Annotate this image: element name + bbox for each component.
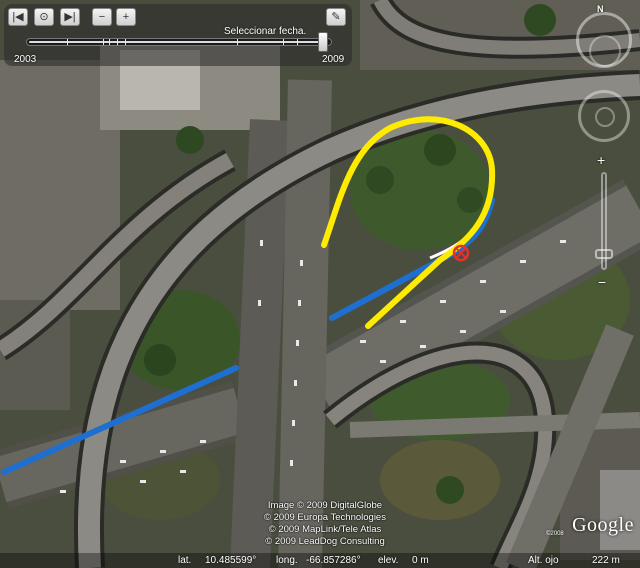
attribution-line: © 2009 LeadDog Consulting: [265, 536, 385, 547]
zoom-plus-icon[interactable]: +: [597, 152, 605, 168]
start-year-label: 2003: [14, 54, 37, 65]
zoom-slider-thumb[interactable]: [595, 249, 613, 260]
slider-tick: [67, 39, 68, 45]
date-slider-thumb[interactable]: [318, 32, 329, 52]
eye-altitude-label: Alt. ojo: [528, 555, 559, 566]
satellite-imagery[interactable]: [0, 0, 640, 568]
slider-tick: [109, 39, 110, 45]
google-logo: Google: [572, 514, 634, 536]
timelapse-icon[interactable]: ⊙: [34, 8, 54, 26]
slider-tick: [117, 39, 118, 45]
attribution-line: Image © 2009 DigitalGlobe: [267, 500, 383, 511]
skip-first-icon[interactable]: |◀: [8, 8, 28, 26]
skip-last-icon[interactable]: ▶|: [60, 8, 80, 26]
slider-tick: [103, 39, 104, 45]
navigation-controls: N + −: [574, 4, 638, 294]
zoom-in-icon[interactable]: +: [116, 8, 136, 26]
slider-tick: [237, 39, 238, 45]
compass-ring[interactable]: [576, 12, 632, 68]
date-slider-track[interactable]: [26, 32, 332, 52]
longitude-value: -66.857286°: [306, 555, 361, 566]
slider-label: Seleccionar fecha.: [224, 26, 307, 37]
elevation-label: elev.: [378, 555, 399, 566]
imagery-attribution: Image © 2009 DigitalGlobe © 2009 Europa …: [240, 500, 410, 548]
wrench-icon[interactable]: ✎: [326, 8, 346, 26]
elevation-value: 0 m: [412, 555, 429, 566]
attribution-line: © 2009 MapLink/Tele Atlas: [268, 524, 382, 535]
longitude-label: long.: [276, 555, 298, 566]
slider-tick: [125, 39, 126, 45]
zoom-out-icon[interactable]: −: [92, 8, 112, 26]
eye-altitude-value: 222 m: [592, 555, 620, 566]
slider-tick: [283, 39, 284, 45]
historical-imagery-slider-panel: |◀ ⊙ ▶| − + ✎ Seleccionar fecha. 2003 20…: [4, 4, 352, 66]
date-slider-fill: [29, 41, 322, 43]
end-year-label: 2009: [322, 54, 345, 65]
zoom-minus-icon[interactable]: −: [598, 274, 606, 290]
logo-year: ©2008: [546, 531, 564, 537]
move-joystick-center[interactable]: [595, 107, 615, 127]
attribution-line: © 2009 Europa Technologies: [264, 512, 386, 523]
slider-tick: [297, 39, 298, 45]
map-viewport[interactable]: |◀ ⊙ ▶| − + ✎ Seleccionar fecha. 2003 20…: [0, 0, 640, 568]
latitude-label: lat.: [178, 555, 192, 566]
latitude-value: 10.485599°: [205, 555, 257, 566]
move-joystick[interactable]: [578, 90, 630, 142]
status-bar: lat. 10.485599° long. -66.857286° elev. …: [0, 553, 640, 568]
north-indicator: N: [597, 4, 604, 14]
look-joystick[interactable]: [589, 35, 621, 67]
